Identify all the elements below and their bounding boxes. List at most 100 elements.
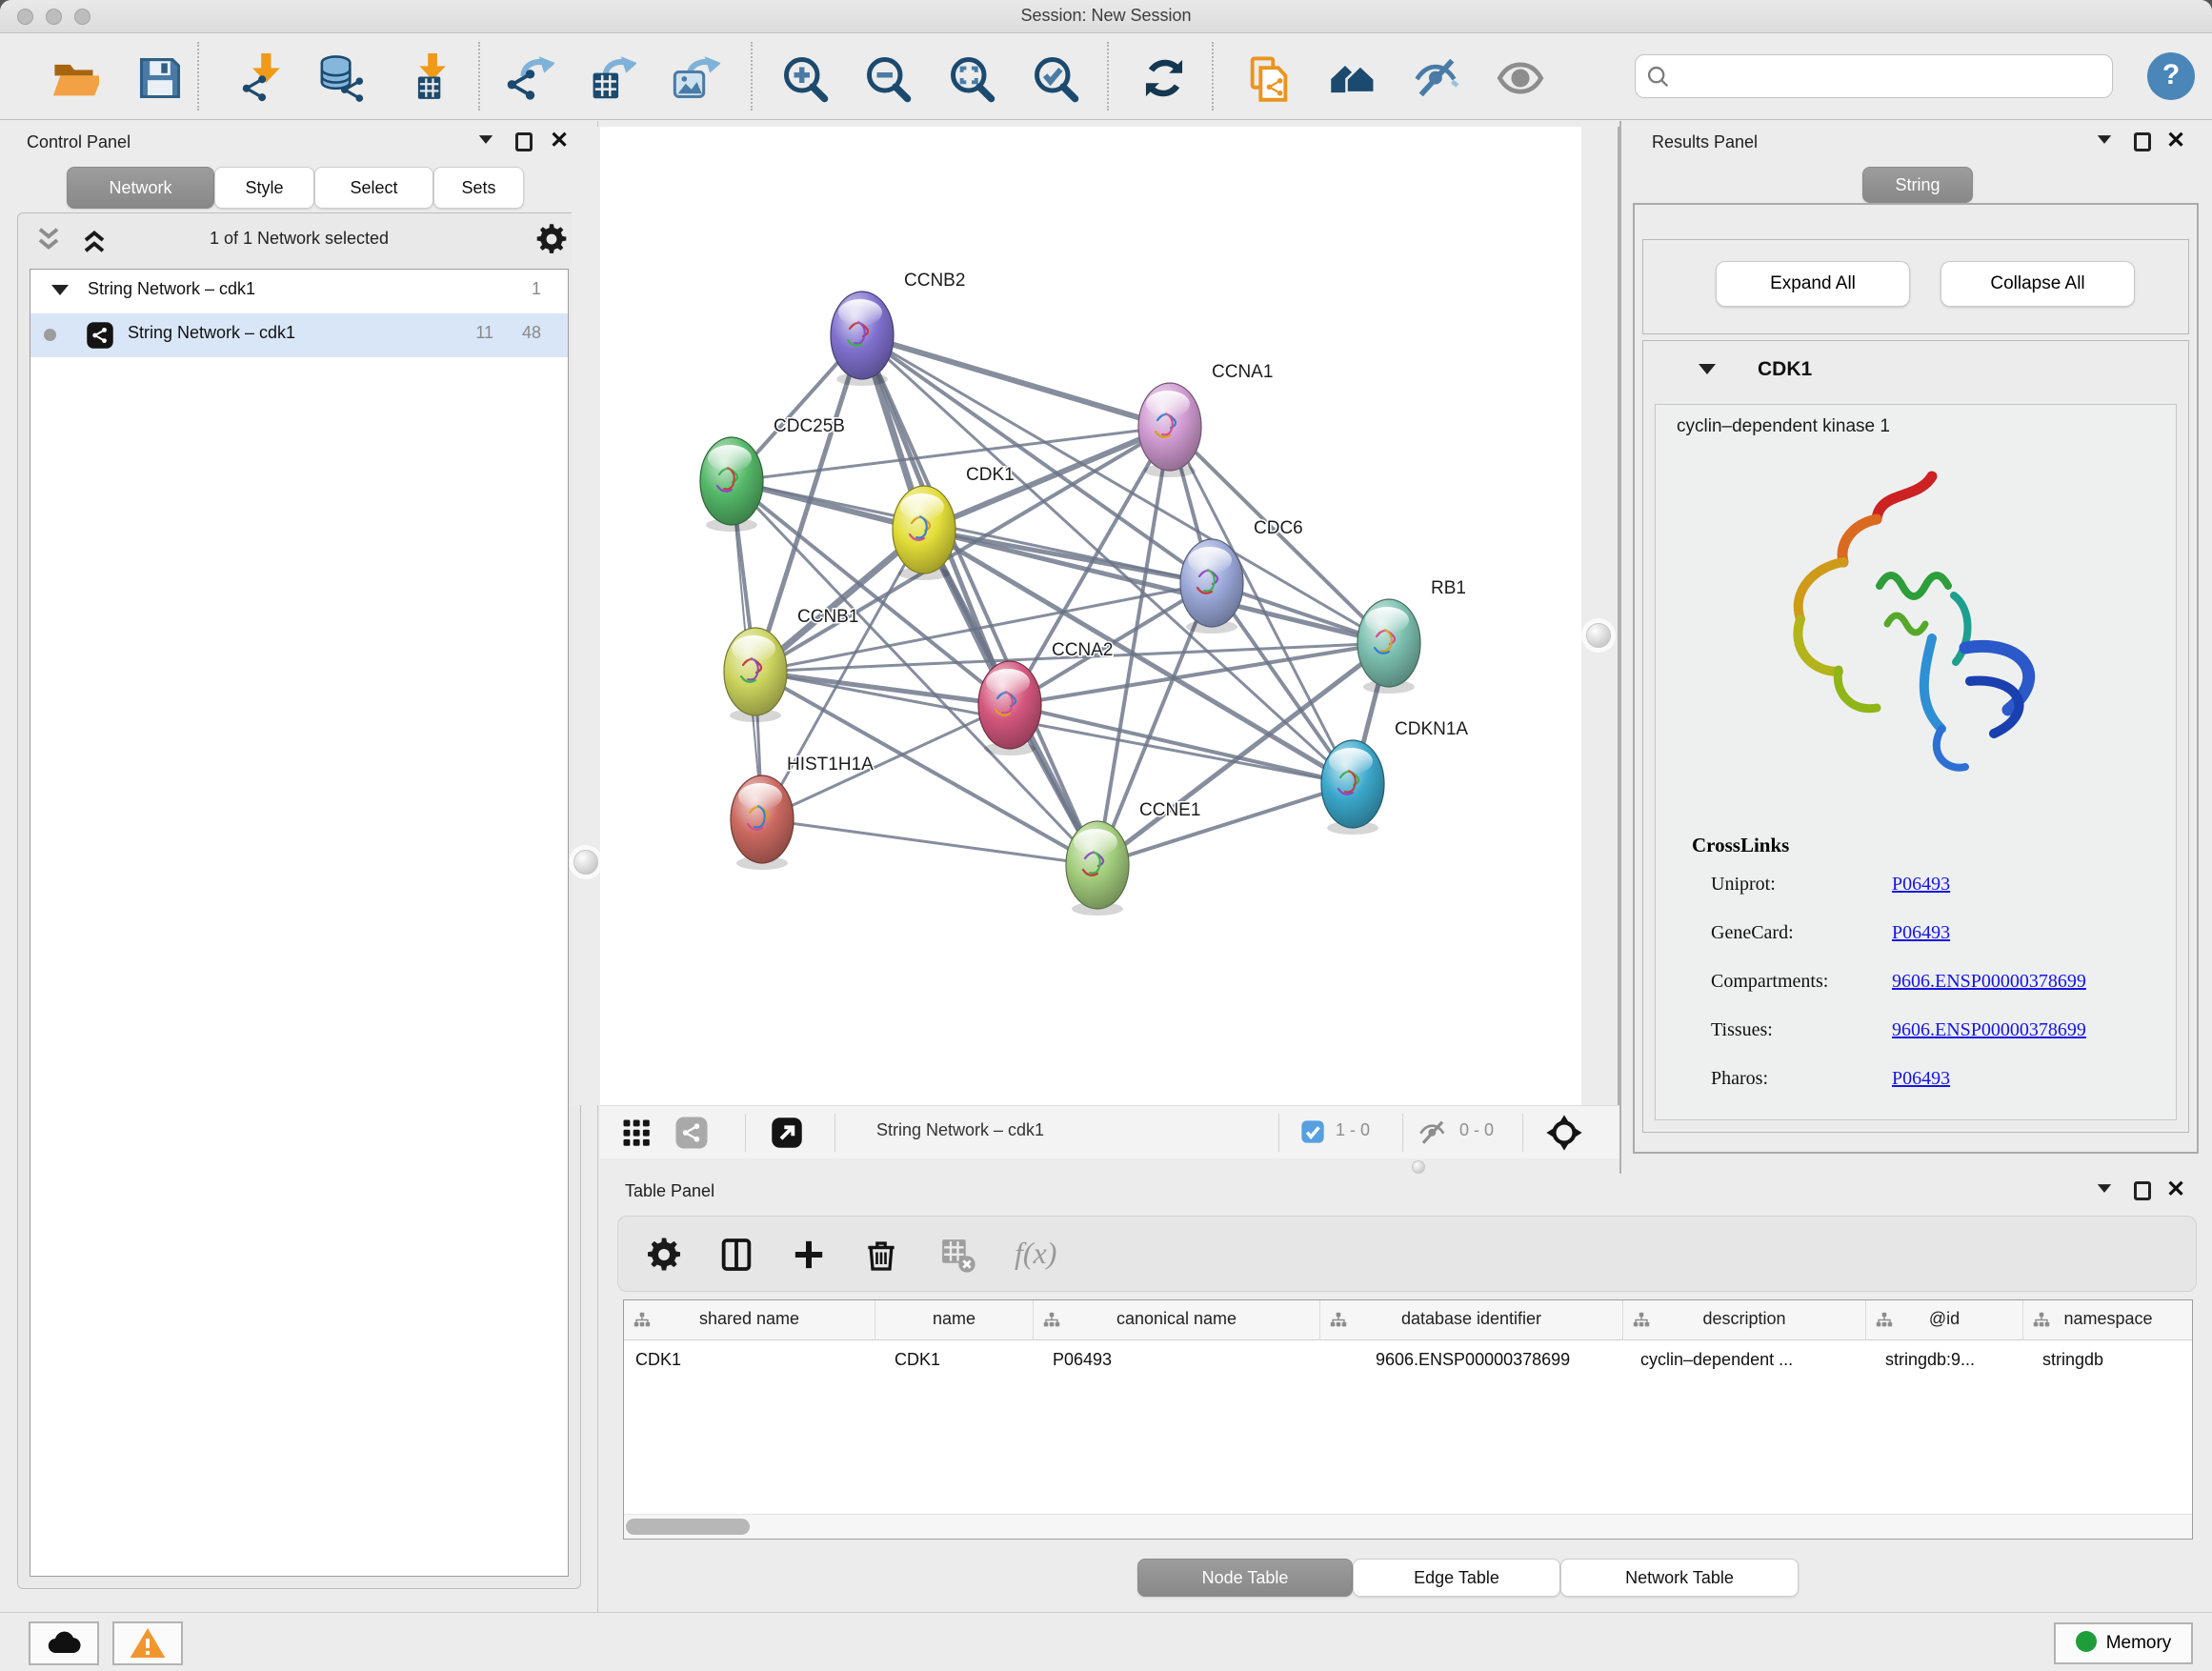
memory-button[interactable]: Memory	[2054, 1622, 2193, 1664]
toolbar-separator	[197, 42, 199, 111]
search-input[interactable]	[1679, 57, 2099, 95]
duplicate-network-button[interactable]	[1244, 53, 1294, 103]
collection-collapse-icon[interactable]	[51, 285, 69, 295]
column-header-name[interactable]: name	[875, 1300, 1034, 1340]
results-menu-button[interactable]	[2096, 132, 2121, 157]
network-edge[interactable]	[862, 335, 1097, 865]
crosslink-link[interactable]: P06493	[1892, 1068, 1950, 1090]
app-window: Session: New Session ? Control Panel ✕ N…	[0, 0, 2212, 1671]
network-edge[interactable]	[862, 335, 1170, 427]
network-node-CCNE1[interactable]: CCNE1	[1066, 800, 1200, 916]
network-node-CDKN1A[interactable]: CDKN1A	[1321, 719, 1468, 835]
warning-status-button[interactable]	[112, 1621, 183, 1665]
crosslink-link[interactable]: 9606.ENSP00000378699	[1892, 971, 2086, 993]
first-neighbors-button[interactable]	[1328, 53, 1377, 103]
network-view-canvas[interactable]: CCNB2 CCNA1 CDC25B CDK1	[600, 127, 1581, 1105]
results-float-button[interactable]	[2134, 132, 2159, 157]
node-label-HIST1H1A: HIST1H1A	[787, 755, 874, 775]
refresh-network-button[interactable]	[1139, 53, 1189, 103]
table-cell[interactable]: CDK1	[635, 1350, 875, 1384]
panel-menu-button[interactable]	[477, 132, 502, 157]
tab-network-table[interactable]: Network Table	[1560, 1559, 1799, 1597]
table-settings-gear-icon[interactable]	[645, 1236, 683, 1274]
gene-collapse-icon[interactable]	[1699, 364, 1716, 374]
export-table-button[interactable]	[587, 53, 636, 103]
network-edge[interactable]	[762, 819, 1097, 865]
tab-node-table[interactable]: Node Table	[1137, 1559, 1353, 1597]
control-panel-title: Control Panel	[27, 132, 131, 152]
import-table-button[interactable]	[402, 53, 452, 103]
selected-checkbox-icon[interactable]	[1299, 1118, 1326, 1145]
table-panel-close-button[interactable]: ✕	[2166, 1179, 2191, 1204]
tab-style[interactable]: Style	[214, 167, 314, 209]
network-share-badge-icon	[86, 321, 114, 350]
node-table: shared namenamecanonical namedatabase id…	[623, 1299, 2193, 1540]
table-panel-menu-button[interactable]	[2096, 1181, 2121, 1206]
scrollbar-thumb[interactable]	[626, 1519, 750, 1535]
window-title: Session: New Session	[0, 6, 2212, 26]
table-cell[interactable]: stringdb	[2042, 1350, 2193, 1384]
network-share-icon[interactable]	[674, 1116, 709, 1150]
network-edge[interactable]	[862, 335, 1389, 643]
open-session-button[interactable]	[50, 53, 99, 103]
table-cell[interactable]: stringdb:9...	[1885, 1350, 2023, 1384]
tab-string[interactable]: String	[1862, 167, 1973, 203]
panel-float-button[interactable]	[515, 132, 540, 157]
network-edge[interactable]	[1097, 784, 1353, 865]
network-node-HIST1H1A[interactable]: HIST1H1A	[731, 755, 874, 870]
network-graph[interactable]: CCNB2 CCNA1 CDC25B CDK1	[600, 127, 1581, 1105]
right-splitter-handle[interactable]	[1586, 623, 1611, 648]
crosslink-link[interactable]: 9606.ENSP00000378699	[1892, 1019, 2086, 1041]
table-panel-float-button[interactable]	[2134, 1181, 2159, 1206]
network-collection-row[interactable]: String Network – cdk1 1	[30, 270, 568, 313]
hide-selected-button[interactable]	[1412, 53, 1461, 103]
column-header--id[interactable]: @id	[1866, 1300, 2023, 1340]
table-cell[interactable]: CDK1	[895, 1350, 1034, 1384]
column-header-namespace[interactable]: namespace	[2023, 1300, 2193, 1340]
tab-sets[interactable]: Sets	[433, 167, 524, 209]
network-options-gear-icon[interactable]	[534, 222, 569, 256]
collection-label: String Network – cdk1	[88, 279, 255, 299]
horizontal-splitter-handle[interactable]	[1412, 1160, 1425, 1174]
zoom-fit-button[interactable]	[947, 53, 996, 103]
zoom-in-button[interactable]	[780, 53, 830, 103]
tab-network[interactable]: Network	[67, 167, 214, 209]
column-header-database-identifier[interactable]: database identifier	[1320, 1300, 1623, 1340]
table-cell[interactable]: cyclin–dependent ...	[1640, 1350, 1866, 1384]
network-node-RB1[interactable]: RB1	[1357, 578, 1466, 694]
table-cell[interactable]: 9606.ENSP00000378699	[1376, 1350, 1623, 1384]
column-header-description[interactable]: description	[1623, 1300, 1866, 1340]
show-columns-icon[interactable]	[717, 1236, 755, 1274]
crosslink-link[interactable]: P06493	[1892, 874, 1950, 896]
tab-edge-table[interactable]: Edge Table	[1353, 1559, 1560, 1597]
export-image-button[interactable]	[671, 53, 720, 103]
delete-column-icon[interactable]	[862, 1236, 900, 1274]
birdseye-crosshair-icon[interactable]	[1545, 1114, 1583, 1152]
network-edge[interactable]	[1010, 705, 1353, 784]
help-button[interactable]: ?	[2147, 52, 2195, 100]
import-network-from-database-button[interactable]	[316, 53, 366, 103]
show-all-button[interactable]	[1496, 53, 1545, 103]
add-column-icon[interactable]	[790, 1236, 828, 1274]
zoom-out-button[interactable]	[863, 53, 913, 103]
hidden-eye-icon[interactable]	[1418, 1117, 1448, 1148]
collection-count: 1	[532, 279, 541, 299]
cloud-status-button[interactable]	[29, 1621, 99, 1665]
network-row-selected[interactable]: String Network – cdk1 11 48	[30, 313, 568, 357]
collapse-all-button[interactable]: Collapse All	[1941, 261, 2135, 307]
export-network-button[interactable]	[505, 53, 554, 103]
detach-view-icon[interactable]	[770, 1116, 804, 1150]
column-header-canonical-name[interactable]: canonical name	[1034, 1300, 1320, 1340]
crosslink-link[interactable]: P06493	[1892, 922, 1950, 944]
gene-card-header[interactable]: CDK1	[1643, 341, 2188, 404]
save-session-button[interactable]	[135, 53, 185, 103]
table-cell[interactable]: P06493	[1053, 1350, 1320, 1384]
tab-select[interactable]: Select	[314, 167, 433, 209]
left-splitter-handle[interactable]	[573, 850, 598, 875]
zoom-selected-button[interactable]	[1031, 53, 1080, 103]
import-network-button[interactable]	[234, 53, 284, 103]
grid-view-icon[interactable]	[619, 1116, 654, 1150]
column-header-shared-name[interactable]: shared name	[624, 1300, 875, 1340]
results-close-button[interactable]: ✕	[2166, 131, 2191, 155]
expand-all-button[interactable]: Expand All	[1716, 261, 1910, 307]
